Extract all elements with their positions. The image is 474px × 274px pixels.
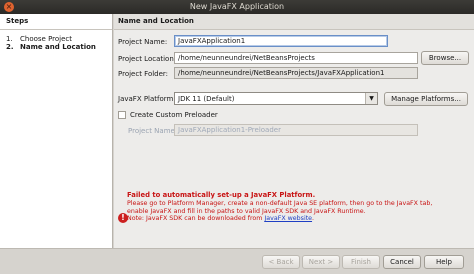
error-note-suffix: .	[312, 215, 315, 223]
manage-platforms-button[interactable]: Manage Platforms...	[384, 92, 468, 106]
error-line: Note: JavaFX SDK can be downloaded from …	[127, 215, 432, 223]
preloader-checkbox[interactable]	[118, 111, 126, 119]
error-text: Failed to automatically set-up a JavaFX …	[127, 191, 433, 223]
title-bar: × New JavaFX Application	[0, 0, 474, 14]
help-button[interactable]: Help	[424, 255, 464, 269]
steps-panel: Steps 1. Choose Project 2. Name and Locati…	[0, 14, 113, 248]
finish-button[interactable]: Finish	[342, 255, 380, 269]
project-folder-label: Project Folder:	[118, 70, 169, 78]
panel-header: Name and Location	[114, 14, 474, 30]
main-panel: Name and Location Project Name: JavaFXAp…	[114, 14, 474, 248]
platform-select-value: JDK 11 (Default)	[178, 95, 235, 103]
error-note-prefix: Note: JavaFX SDK can be downloaded from	[127, 215, 265, 223]
project-folder-field: /home/neunneundrei/NetBeansProjects/Java…	[174, 67, 418, 79]
step-number: 2.	[6, 43, 14, 51]
steps-list: 1. Choose Project 2. Name and Location	[0, 30, 112, 56]
back-button[interactable]: < Back	[262, 255, 300, 269]
button-bar: < Back Next > Finish Cancel Help	[0, 248, 474, 274]
next-button[interactable]: Next >	[302, 255, 340, 269]
project-name-input[interactable]: JavaFXApplication1	[174, 35, 388, 47]
preloader-name-input: JavaFXApplication1-Preloader	[174, 124, 418, 136]
steps-header: Steps	[0, 14, 112, 30]
javafx-website-link[interactable]: JavaFX website	[264, 215, 312, 222]
browse-button[interactable]: Browse...	[421, 51, 469, 65]
window-title: New JavaFX Application	[189, 2, 285, 11]
cancel-button[interactable]: Cancel	[383, 255, 421, 269]
step-item: 1. Choose Project	[6, 35, 106, 43]
error-headline: Failed to automatically set-up a JavaFX …	[127, 191, 316, 199]
chevron-down-icon[interactable]: ▼	[365, 93, 377, 104]
step-label: Choose Project	[20, 35, 73, 43]
step-label: Name and Location	[20, 43, 96, 51]
step-number: 1.	[6, 35, 13, 43]
project-location-label: Project Location:	[118, 55, 177, 63]
preloader-name-label: Project Name:	[128, 127, 178, 135]
platform-label: JavaFX Platform:	[118, 95, 176, 103]
project-name-label: Project Name:	[118, 38, 168, 46]
platform-select[interactable]: JDK 11 (Default) ▼	[174, 92, 378, 105]
error-line: Please go to Platform Manager, create a …	[127, 199, 433, 207]
project-location-input[interactable]: /home/neunneundrei/NetBeansProjects	[174, 52, 418, 64]
step-item-active: 2. Name and Location	[6, 43, 106, 51]
error-line: enable JavaFX and fill in the paths to v…	[127, 207, 366, 215]
preloader-checkbox-label[interactable]: Create Custom Preloader	[130, 111, 218, 119]
